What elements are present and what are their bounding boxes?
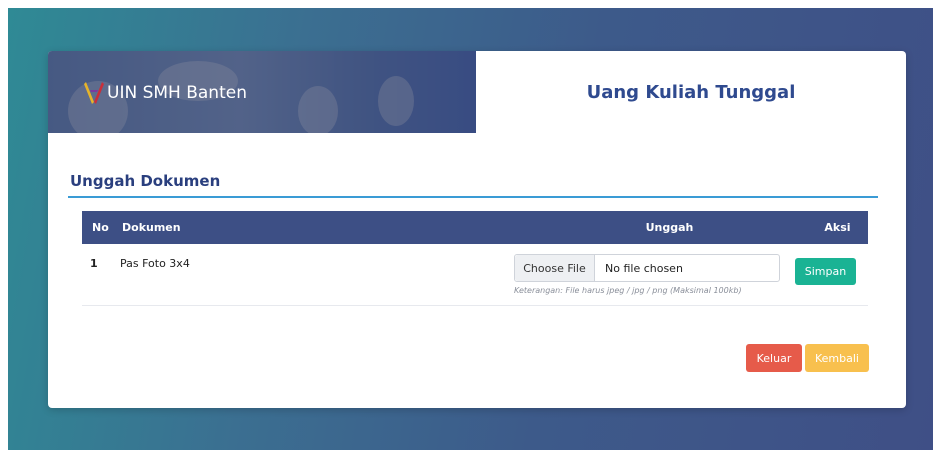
brand-name: UIN SMH Banten [107, 83, 247, 103]
back-button[interactable]: Kembali [805, 344, 869, 372]
section-title: Unggah Dokumen [70, 172, 221, 190]
column-header-unggah: Unggah [645, 221, 694, 234]
choose-file-button[interactable]: Choose File [515, 255, 595, 281]
row-number: 1 [90, 257, 98, 270]
brand[interactable]: UIN SMH Banten [84, 80, 247, 106]
column-header-no: No [92, 221, 109, 234]
logout-button[interactable]: Keluar [746, 344, 802, 372]
file-input[interactable]: Choose File No file chosen [514, 254, 780, 282]
main-card: UIN SMH Banten Uang Kuliah Tunggal Ungga… [48, 51, 906, 408]
file-status: No file chosen [605, 261, 683, 275]
column-header-dokumen: Dokumen [122, 221, 181, 234]
save-button[interactable]: Simpan [795, 258, 856, 285]
header-banner: UIN SMH Banten [48, 51, 476, 133]
page-title: Uang Kuliah Tunggal [586, 81, 796, 103]
document-table: No Dokumen Unggah Aksi 1 Pas Foto 3x4 Ch… [82, 211, 868, 306]
uin-logo-icon [84, 82, 104, 104]
row-document-name: Pas Foto 3x4 [120, 257, 190, 270]
table-row: 1 Pas Foto 3x4 Choose File No file chose… [82, 244, 868, 306]
upload-note: Keterangan: File harus jpeg / jpg / png … [514, 286, 742, 295]
column-header-aksi: Aksi [824, 221, 851, 234]
section-divider [68, 196, 878, 198]
table-header: No Dokumen Unggah Aksi [82, 211, 868, 244]
